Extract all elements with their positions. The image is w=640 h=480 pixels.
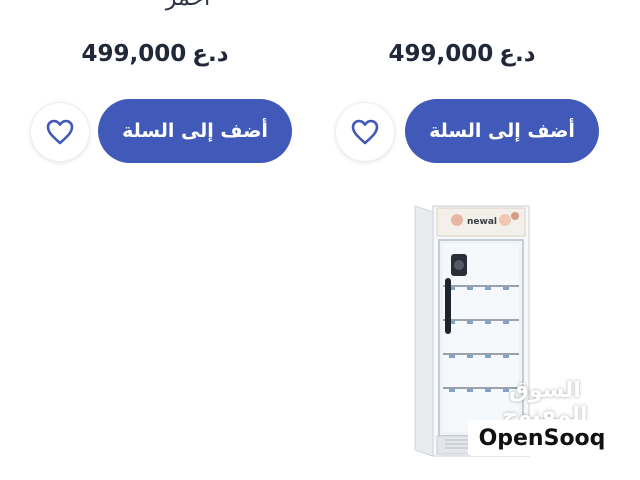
add-to-cart-button[interactable]: أضف إلى السلة <box>405 99 599 163</box>
product-price: 499,000 د.ع <box>312 41 612 67</box>
fridge-brand-logo: newal <box>467 217 497 227</box>
product-card-left: أحمر 499,000د.ع أضف إلى السلة <box>20 0 320 170</box>
price-currency: د.ع <box>499 41 536 67</box>
product-title[interactable]: أحمر <box>138 0 238 11</box>
wishlist-button[interactable] <box>30 102 90 162</box>
watermark-opensooq-logo: OpenSooq <box>468 420 616 456</box>
heart-outline-icon <box>46 119 74 145</box>
product-price: 499,000 د.ع <box>5 41 305 67</box>
heart-outline-icon <box>351 119 379 145</box>
price-value: 499,000 <box>388 41 494 67</box>
wishlist-button[interactable] <box>335 102 395 162</box>
product-card-right: 499,000 د.ع أضف إلى السلة <box>325 0 625 170</box>
price-currency: د.ع <box>192 41 229 67</box>
add-to-cart-button[interactable]: أضف إلى السلة <box>98 99 292 163</box>
price-value: 499,000 <box>81 41 187 67</box>
